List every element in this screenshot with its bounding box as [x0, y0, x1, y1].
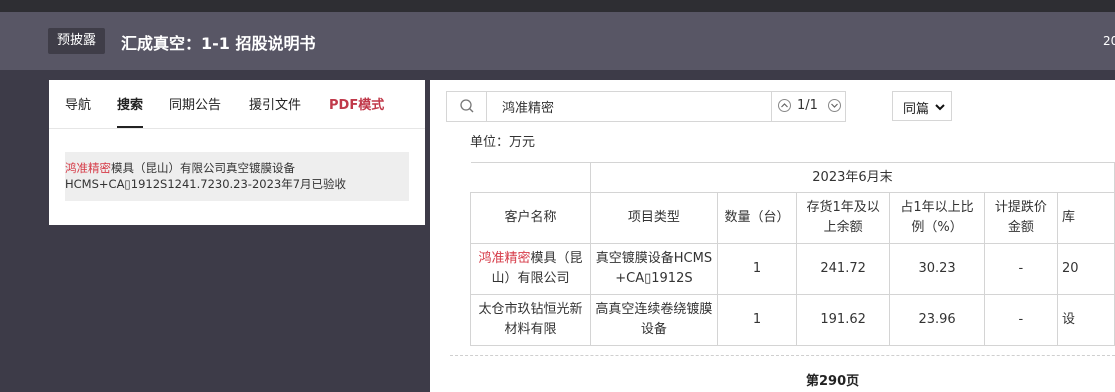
table-row: 鸿准精密模具（昆山）有限公司 真空镀膜设备HCMS+CA▯1912S 1 241… — [470, 243, 1115, 295]
search-result-text: 模具（昆山）有限公司真空镀膜设备 — [111, 161, 295, 175]
tab-pdf-mode[interactable]: PDF模式 — [329, 94, 384, 113]
table-cell: 30.23 — [889, 243, 985, 295]
scope-select[interactable]: 同篇 — [892, 91, 952, 121]
table-cell: 设 — [1056, 294, 1115, 346]
side-panel-tabs: 导航 搜索 同期公告 援引文件 PDF模式 — [49, 80, 425, 129]
table-cell: 高真空连续卷绕镀膜设备 — [589, 294, 718, 346]
table-cell: 191.62 — [795, 294, 891, 346]
search-icon[interactable] — [447, 92, 487, 121]
tab-navigation[interactable]: 导航 — [65, 94, 91, 113]
table-cell: 太仓市玖钻恒光新材料有限 — [470, 294, 591, 346]
inventory-table: 2023年6月末 客户名称 项目类型 数量（台） 存货1年及以上余额 占1年以上… — [470, 162, 1115, 346]
table-cell: 23.96 — [889, 294, 985, 346]
column-header: 计提跌价金额 — [983, 192, 1058, 244]
column-header: 占1年以上比例（%） — [889, 192, 985, 244]
tab-search[interactable]: 搜索 — [117, 94, 144, 128]
scope-select-value: 同篇 — [903, 102, 930, 117]
search-input[interactable] — [488, 92, 770, 121]
table-row: 2023年6月末 — [470, 162, 1115, 193]
search-result-highlight: 鸿准精密 — [65, 161, 111, 175]
match-position: 1/1 — [797, 98, 818, 113]
status-badge: 预披露 — [48, 28, 106, 54]
match-navigator: 1/1 — [771, 92, 846, 121]
search-result-line-2: HCMS+CA▯1912S1241.7230.23-2023年7月已验收 — [65, 177, 347, 191]
page-divider — [450, 355, 1115, 356]
customer-highlight: 鸿准精密 — [478, 251, 531, 266]
document-header: 预披露 汇成真空：1-1 招股说明书 20 — [0, 12, 1115, 70]
table-cell: - — [983, 243, 1058, 295]
table-header-row: 客户名称 项目类型 数量（台） 存货1年及以上余额 占1年以上比例（%） 计提跌… — [470, 192, 1115, 244]
table-period-header: 2023年6月末 — [589, 162, 1115, 193]
table-cell: - — [983, 294, 1058, 346]
table-cell: 鸿准精密模具（昆山）有限公司 — [470, 243, 591, 295]
table-cell: 1 — [716, 243, 797, 295]
search-result-item[interactable]: 鸿准精密模具（昆山）有限公司真空镀膜设备 HCMS+CA▯1912S1241.7… — [65, 152, 409, 201]
unit-label: 单位：万元 — [470, 135, 536, 150]
search-result-line-1: 鸿准精密模具（昆山）有限公司真空镀膜设备 — [65, 160, 409, 176]
column-header: 客户名称 — [470, 192, 591, 244]
column-header: 存货1年及以上余额 — [795, 192, 891, 244]
tab-related-announcements[interactable]: 同期公告 — [169, 94, 221, 113]
search-bar: 1/1 — [446, 91, 846, 122]
table-cell: 真空镀膜设备HCMS+CA▯1912S — [589, 243, 718, 295]
table-cell: 1 — [716, 294, 797, 346]
chevron-down-icon — [935, 104, 945, 111]
table-cell: 241.72 — [795, 243, 891, 295]
document-title: 汇成真空：1-1 招股说明书 — [121, 34, 316, 53]
top-strip — [0, 0, 1115, 12]
side-panel: 导航 搜索 同期公告 援引文件 PDF模式 鸿准精密模具（昆山）有限公司真空镀膜… — [49, 80, 425, 225]
column-header: 数量（台） — [716, 192, 797, 244]
document-viewer: 1/1 同篇 单位：万元 2023年6月末 客户名称 项目类型 数量（台） 存货… — [430, 80, 1115, 392]
customer-name: 太仓市玖钻恒光新材料有限 — [478, 302, 583, 337]
chevron-up-circle-icon[interactable] — [778, 99, 791, 112]
tab-cited-documents[interactable]: 援引文件 — [249, 94, 301, 113]
chevron-down-circle-icon[interactable] — [828, 99, 841, 112]
header-date-fragment: 20 — [1103, 34, 1115, 48]
column-header: 项目类型 — [589, 192, 718, 244]
table-row: 太仓市玖钻恒光新材料有限 高真空连续卷绕镀膜设备 1 191.62 23.96 … — [470, 294, 1115, 346]
column-header: 库 — [1056, 192, 1115, 244]
table-cell: 20 — [1056, 243, 1115, 295]
page-number: 第290页 — [806, 374, 860, 389]
